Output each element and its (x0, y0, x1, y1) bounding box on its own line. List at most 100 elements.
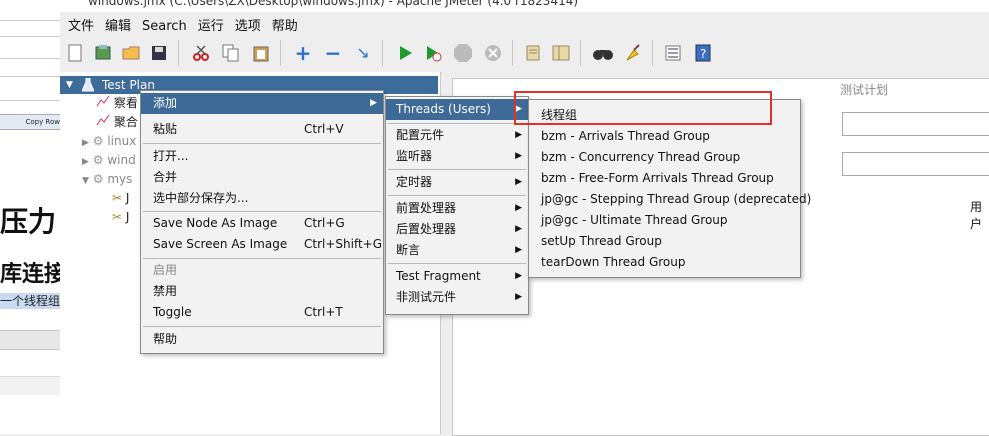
menu-item-label: bzm - Free-Form Arrivals Thread Group (541, 171, 774, 185)
menu-item-post-processor[interactable]: 后置处理器 ▶ (386, 219, 528, 240)
menu-item-paste[interactable]: 粘贴 Ctrl+V (141, 119, 383, 140)
templates-icon[interactable] (92, 42, 114, 64)
menu-item-help[interactable]: 帮助 (141, 329, 383, 350)
menu-item-listener[interactable]: 监听器 ▶ (386, 146, 528, 167)
sampler-icon: ✂ (112, 191, 123, 205)
shortcut-label: Ctrl+V (304, 122, 344, 136)
submenu-arrow-icon: ▶ (515, 271, 522, 281)
menu-item-save-node-image[interactable]: Save Node As Image Ctrl+G (141, 213, 383, 234)
menu-item-label: 配置元件 (396, 128, 445, 142)
menu-item-label: 后置处理器 (396, 222, 457, 236)
menu-item-label: jp@gc - Ultimate Thread Group (541, 213, 728, 227)
menu-item-merge[interactable]: 合并 (141, 167, 383, 188)
copy-row-button[interactable]: Copy Row (0, 114, 60, 130)
menu-item-stepping-thread-group[interactable]: jp@gc - Stepping Thread Group (deprecate… (529, 189, 811, 210)
tree-node[interactable]: ✂ J (112, 208, 129, 226)
search-icon[interactable] (592, 42, 614, 64)
menu-item-save-selection[interactable]: 选中部分保存为... (141, 188, 383, 209)
menu-item-label: Save Screen As Image (153, 237, 288, 251)
toggle-icon[interactable]: ↘ (352, 42, 374, 64)
paste-icon[interactable] (250, 42, 272, 64)
menu-item-toggle[interactable]: Toggle Ctrl+T (141, 302, 383, 323)
tree-node[interactable]: 察看 (96, 94, 138, 112)
menu-search[interactable]: Search (134, 16, 190, 34)
copy-icon[interactable] (220, 42, 242, 64)
tree-node-label: mys (107, 172, 133, 186)
menu-run[interactable]: 运行 (190, 12, 227, 34)
menu-item-free-form-arrivals-thread-group[interactable]: bzm - Free-Form Arrivals Thread Group (529, 168, 800, 189)
menu-options[interactable]: 选项 (227, 12, 264, 34)
svg-text:?: ? (700, 47, 706, 61)
menu-item-pre-processor[interactable]: 前置处理器 ▶ (386, 198, 528, 219)
tree-node[interactable]: ▶ ⚙ linux (82, 132, 136, 150)
start-no-pause-icon[interactable] (422, 42, 444, 64)
menu-item-label: 定时器 (396, 175, 433, 189)
menu-item-arrivals-thread-group[interactable]: bzm - Arrivals Thread Group (529, 126, 800, 147)
partial-label: 用户 (970, 200, 983, 231)
comments-field[interactable] (842, 152, 989, 176)
tree-node[interactable]: ▼ ⚙ mys (82, 170, 132, 188)
shutdown-icon[interactable] (482, 42, 504, 64)
menu-item-label: Save Node As Image (153, 216, 278, 230)
expand-icon[interactable]: + (292, 42, 314, 64)
highlight-annotation-box (514, 91, 772, 125)
bg-line (0, 76, 60, 77)
function-helper-icon[interactable] (662, 42, 684, 64)
menu-edit[interactable]: 编辑 (97, 12, 134, 34)
save-icon[interactable] (148, 42, 170, 64)
menu-item-label: 前置处理器 (396, 201, 457, 215)
tree-node[interactable]: 聚合 (96, 113, 138, 131)
menu-item-disable[interactable]: 禁用 (141, 281, 383, 302)
tree-node-label: wind (107, 153, 136, 167)
bg-toolbar-2 (0, 376, 60, 395)
menu-item-concurrency-thread-group[interactable]: bzm - Concurrency Thread Group (529, 147, 800, 168)
menu-item-ultimate-thread-group[interactable]: jp@gc - Ultimate Thread Group (529, 210, 800, 231)
menu-item-label: bzm - Arrivals Thread Group (541, 129, 710, 143)
menu-item-label: 选中部分保存为... (153, 191, 249, 205)
menu-item-assertion[interactable]: 断言 ▶ (386, 240, 528, 261)
menu-item-label: 打开... (153, 149, 189, 163)
open-icon[interactable] (120, 42, 142, 64)
menu-item-timer[interactable]: 定时器 ▶ (386, 172, 528, 193)
menu-file[interactable]: 文件 (60, 12, 97, 34)
submenu-arrow-icon: ▶ (515, 151, 522, 161)
menu-item-open[interactable]: 打开... (141, 146, 383, 167)
menu-item-label: 断言 (396, 243, 421, 257)
toolbar-separator (280, 40, 281, 66)
menu-bar: 文件 编辑 Search 运行 选项 帮助 (60, 12, 989, 34)
menu-item-threads[interactable]: Threads (Users) ▶ (386, 99, 528, 120)
bg-highlight-text: 一个线程组 (0, 293, 61, 309)
menu-item-test-fragment[interactable]: Test Fragment ▶ (386, 266, 528, 287)
collapsed-arrow-icon[interactable]: ▶ (82, 138, 89, 148)
tree-node[interactable]: ▶ ⚙ wind (82, 151, 136, 169)
stop-icon[interactable] (452, 42, 474, 64)
clear-all-icon[interactable] (550, 42, 572, 64)
tree-node[interactable]: ✂ J (112, 189, 129, 207)
menu-item-save-screen-image[interactable]: Save Screen As Image Ctrl+Shift+G (141, 234, 383, 255)
menu-item-label: 启用 (153, 263, 178, 277)
menu-help[interactable]: 帮助 (264, 12, 301, 34)
start-icon[interactable] (394, 42, 416, 64)
help-icon[interactable]: ? (692, 42, 714, 64)
test-plan-icon (82, 78, 94, 92)
cut-icon[interactable] (190, 42, 212, 64)
menu-separator (388, 123, 526, 124)
menu-item-label: 添加 (153, 96, 178, 110)
menu-item-setup-thread-group[interactable]: setUp Thread Group (529, 231, 800, 252)
clear-icon[interactable] (522, 42, 544, 64)
reset-search-icon[interactable] (622, 42, 644, 64)
menu-item-teardown-thread-group[interactable]: tearDown Thread Group (529, 252, 800, 273)
menu-item-label: bzm - Concurrency Thread Group (541, 150, 741, 164)
collapsed-arrow-icon[interactable]: ▶ (82, 157, 89, 167)
name-field[interactable] (842, 112, 989, 136)
expanded-arrow-icon[interactable]: ▼ (82, 176, 89, 186)
shortcut-label: Ctrl+Shift+G (304, 237, 383, 251)
menu-item-config-element[interactable]: 配置元件 ▶ (386, 125, 528, 146)
shortcut-label: Ctrl+G (304, 216, 345, 230)
collapse-icon[interactable]: − (322, 42, 344, 64)
menu-item-add[interactable]: 添加 ▶ (141, 93, 383, 114)
new-icon[interactable] (64, 42, 86, 64)
bg-line (0, 36, 60, 37)
expand-arrow-icon[interactable]: ▼ (66, 76, 73, 94)
menu-item-non-test-elements[interactable]: 非测试元件 ▶ (386, 287, 528, 308)
